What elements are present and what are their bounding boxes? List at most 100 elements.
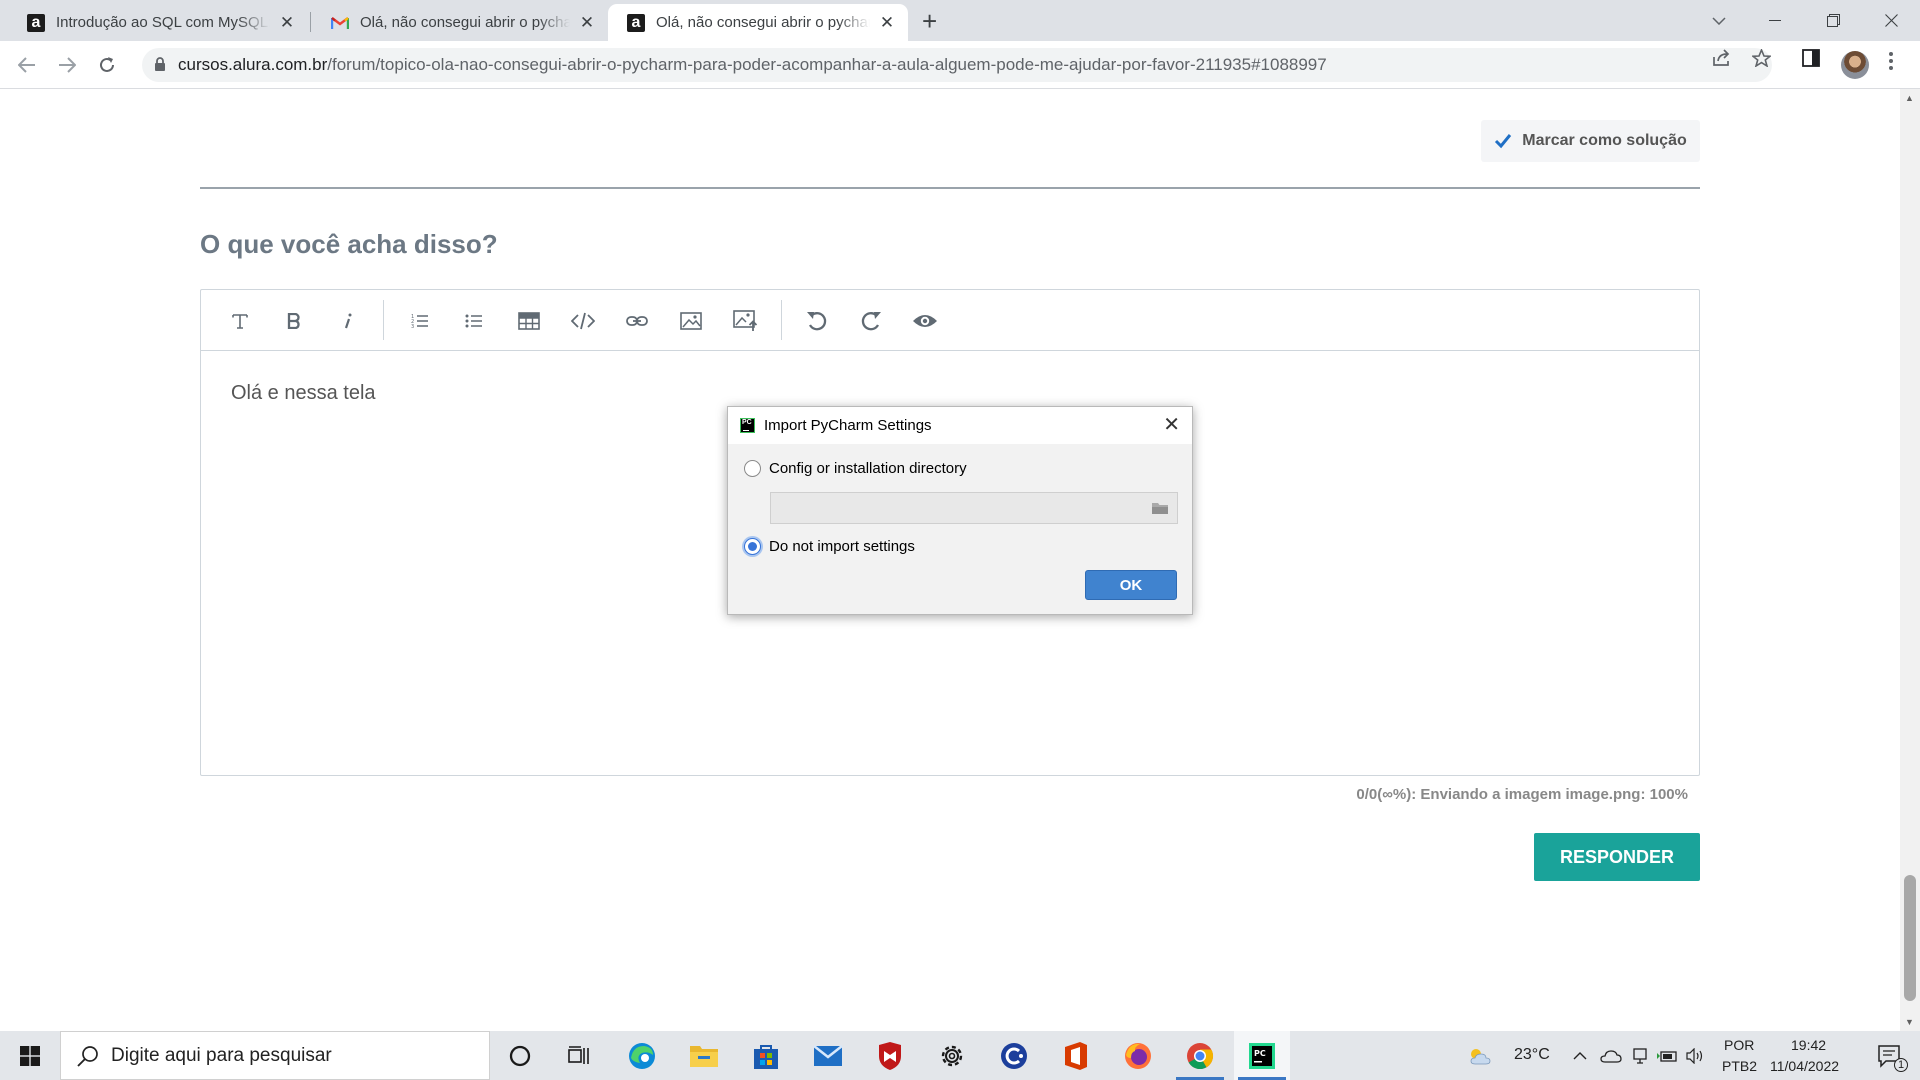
- bullet-list-icon[interactable]: [459, 306, 489, 336]
- radio-button[interactable]: [744, 460, 761, 477]
- windows-start-icon[interactable]: [0, 1031, 60, 1080]
- upload-status: 0/0(∞%): Enviando a imagem image.png: 10…: [1356, 786, 1688, 803]
- pycharm-icon: PC: [740, 418, 755, 433]
- tab-search-chevron-icon[interactable]: [1690, 0, 1748, 41]
- url-host: cursos.alura.com.br: [178, 55, 328, 74]
- image-icon[interactable]: [676, 306, 706, 336]
- notifications-icon[interactable]: 1: [1862, 1031, 1918, 1080]
- office-icon[interactable]: [1048, 1031, 1104, 1080]
- editor-toolbar: 123: [201, 290, 1699, 351]
- gmail-icon: [330, 13, 350, 33]
- svg-text:3: 3: [411, 324, 414, 329]
- toolbar-divider: [383, 300, 384, 340]
- directory-input[interactable]: [770, 492, 1178, 524]
- volume-icon[interactable]: [1684, 1031, 1708, 1080]
- weather-icon[interactable]: [1462, 1031, 1498, 1080]
- cortana-icon[interactable]: [492, 1031, 548, 1080]
- radio-label: Config or installation directory: [769, 460, 967, 477]
- url-path: /forum/topico-ola-nao-consegui-abrir-o-p…: [327, 55, 1327, 74]
- bookmark-star-icon[interactable]: [1750, 47, 1773, 72]
- battery-icon[interactable]: [1654, 1031, 1680, 1080]
- share-icon[interactable]: [1712, 49, 1732, 72]
- microsoft-store-icon[interactable]: [738, 1031, 794, 1080]
- dialog-titlebar: PC Import PyCharm Settings ✕: [728, 407, 1192, 444]
- close-tab-icon[interactable]: ✕: [276, 12, 298, 34]
- tab-title: Olá, não consegui abrir o pycharm: [360, 14, 570, 31]
- new-tab-icon[interactable]: +: [922, 8, 937, 34]
- editor-content[interactable]: Olá e nessa tela: [231, 382, 376, 405]
- notification-count: 1: [1894, 1058, 1908, 1072]
- tab-gmail[interactable]: Olá, não consegui abrir o pycharm ✕: [312, 4, 608, 41]
- task-view-icon[interactable]: [552, 1031, 608, 1080]
- table-icon[interactable]: [514, 306, 544, 336]
- folder-icon[interactable]: [1151, 501, 1169, 520]
- settings-gear-icon[interactable]: [924, 1031, 980, 1080]
- import-settings-dialog: PC Import PyCharm Settings ✕ Config or i…: [727, 406, 1193, 615]
- browser-tab-strip: a Introdução ao SQL com MySQL: M ✕ Olá, …: [0, 0, 1920, 41]
- pycharm-taskbar-icon[interactable]: PC: [1234, 1031, 1290, 1080]
- tab-forum-topic[interactable]: a Olá, não consegui abrir o pycharm ✕: [608, 4, 908, 41]
- minimize-icon[interactable]: [1746, 0, 1804, 41]
- tab-title: Olá, não consegui abrir o pycharm: [656, 14, 870, 31]
- mcafee-icon[interactable]: [862, 1031, 918, 1080]
- undo-icon[interactable]: [802, 306, 832, 336]
- link-icon[interactable]: [622, 306, 652, 336]
- reply-section-title: O que você acha disso?: [200, 229, 498, 259]
- firefox-icon[interactable]: [1110, 1031, 1166, 1080]
- code-icon[interactable]: [568, 306, 598, 336]
- dialog-title: Import PyCharm Settings: [764, 417, 932, 434]
- more-menu-icon[interactable]: [1888, 51, 1894, 76]
- lock-icon: [154, 57, 166, 77]
- search-icon: [77, 1046, 98, 1067]
- forward-arrow-icon[interactable]: [53, 51, 81, 79]
- page-scrollbar[interactable]: ▲ ▼: [1900, 89, 1920, 1031]
- close-icon[interactable]: ✕: [1163, 415, 1180, 435]
- tab-sql-course[interactable]: a Introdução ao SQL com MySQL: M ✕: [8, 4, 308, 41]
- profile-avatar[interactable]: [1841, 51, 1869, 79]
- keyboard-layout[interactable]: PTB2: [1722, 1058, 1757, 1074]
- chrome-icon[interactable]: [1172, 1031, 1228, 1080]
- mark-as-solution-label: Marcar como solução: [1522, 132, 1687, 149]
- file-explorer-icon[interactable]: [676, 1031, 732, 1080]
- radio-config-directory[interactable]: Config or installation directory: [744, 460, 967, 477]
- reload-icon[interactable]: [93, 51, 121, 79]
- redo-icon[interactable]: [856, 306, 886, 336]
- clock-date[interactable]: 11/04/2022: [1770, 1058, 1839, 1074]
- input-language[interactable]: POR: [1724, 1037, 1754, 1053]
- bold-icon[interactable]: [279, 306, 309, 336]
- url-input[interactable]: cursos.alura.com.br/forum/topico-ola-nao…: [142, 48, 1772, 82]
- app-c-icon[interactable]: [986, 1031, 1042, 1080]
- back-arrow-icon[interactable]: [13, 51, 41, 79]
- alura-icon: a: [626, 13, 646, 33]
- preview-icon[interactable]: [910, 306, 940, 336]
- reply-button[interactable]: RESPONDER: [1534, 833, 1700, 881]
- toolbar-divider: [781, 300, 782, 340]
- radio-do-not-import[interactable]: Do not import settings: [744, 538, 915, 555]
- side-panel-icon[interactable]: [1802, 49, 1820, 72]
- close-tab-icon[interactable]: ✕: [876, 12, 898, 34]
- restore-icon[interactable]: [1804, 0, 1862, 41]
- text-icon[interactable]: [225, 306, 255, 336]
- svg-text:PC: PC: [1254, 1049, 1266, 1058]
- close-tab-icon[interactable]: ✕: [576, 12, 598, 34]
- radio-label: Do not import settings: [769, 538, 915, 555]
- numbered-list-icon[interactable]: 123: [405, 306, 435, 336]
- tab-divider: [310, 12, 311, 32]
- image-upload-icon[interactable]: [731, 306, 761, 336]
- close-window-icon[interactable]: [1862, 0, 1920, 41]
- scrollbar-thumb[interactable]: [1904, 875, 1916, 1001]
- weather-temperature[interactable]: 23°C: [1514, 1046, 1550, 1064]
- ok-button[interactable]: OK: [1085, 570, 1177, 600]
- device-icon[interactable]: [1628, 1031, 1652, 1080]
- onedrive-icon[interactable]: [1598, 1031, 1624, 1080]
- radio-button-selected[interactable]: [744, 538, 761, 555]
- edge-icon[interactable]: [614, 1031, 670, 1080]
- taskbar-search-input[interactable]: Digite aqui para pesquisar: [60, 1031, 490, 1080]
- scroll-up-icon[interactable]: ▲: [1905, 93, 1914, 103]
- mail-icon[interactable]: [800, 1031, 856, 1080]
- scroll-down-icon[interactable]: ▼: [1905, 1017, 1914, 1027]
- tray-chevron-up-icon[interactable]: [1568, 1031, 1592, 1080]
- italic-icon[interactable]: [333, 306, 363, 336]
- mark-as-solution-button[interactable]: Marcar como solução: [1481, 120, 1700, 162]
- clock-time[interactable]: 19:42: [1791, 1037, 1826, 1053]
